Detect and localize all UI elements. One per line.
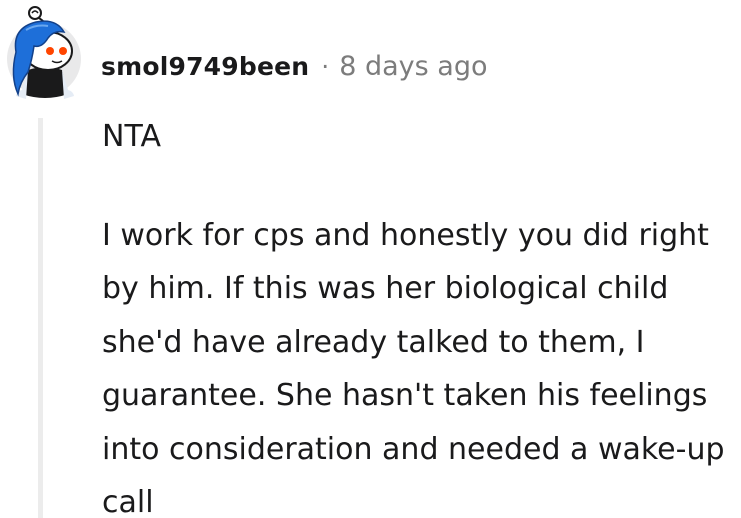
username-link[interactable]: smol9749been xyxy=(101,52,309,81)
thread-collapse-line[interactable] xyxy=(38,118,43,518)
comment-body: NTA I work for cps and honestly you did … xyxy=(102,110,732,518)
meta-separator: · xyxy=(321,51,330,81)
comment-paragraph: I work for cps and honestly you did righ… xyxy=(102,217,725,518)
reddit-snoo-avatar-icon[interactable] xyxy=(4,2,82,100)
comment-timestamp[interactable]: 8 days ago xyxy=(339,51,487,82)
comment-header: smol9749been · 8 days ago xyxy=(101,46,488,86)
comment-paragraph: NTA xyxy=(102,119,161,154)
